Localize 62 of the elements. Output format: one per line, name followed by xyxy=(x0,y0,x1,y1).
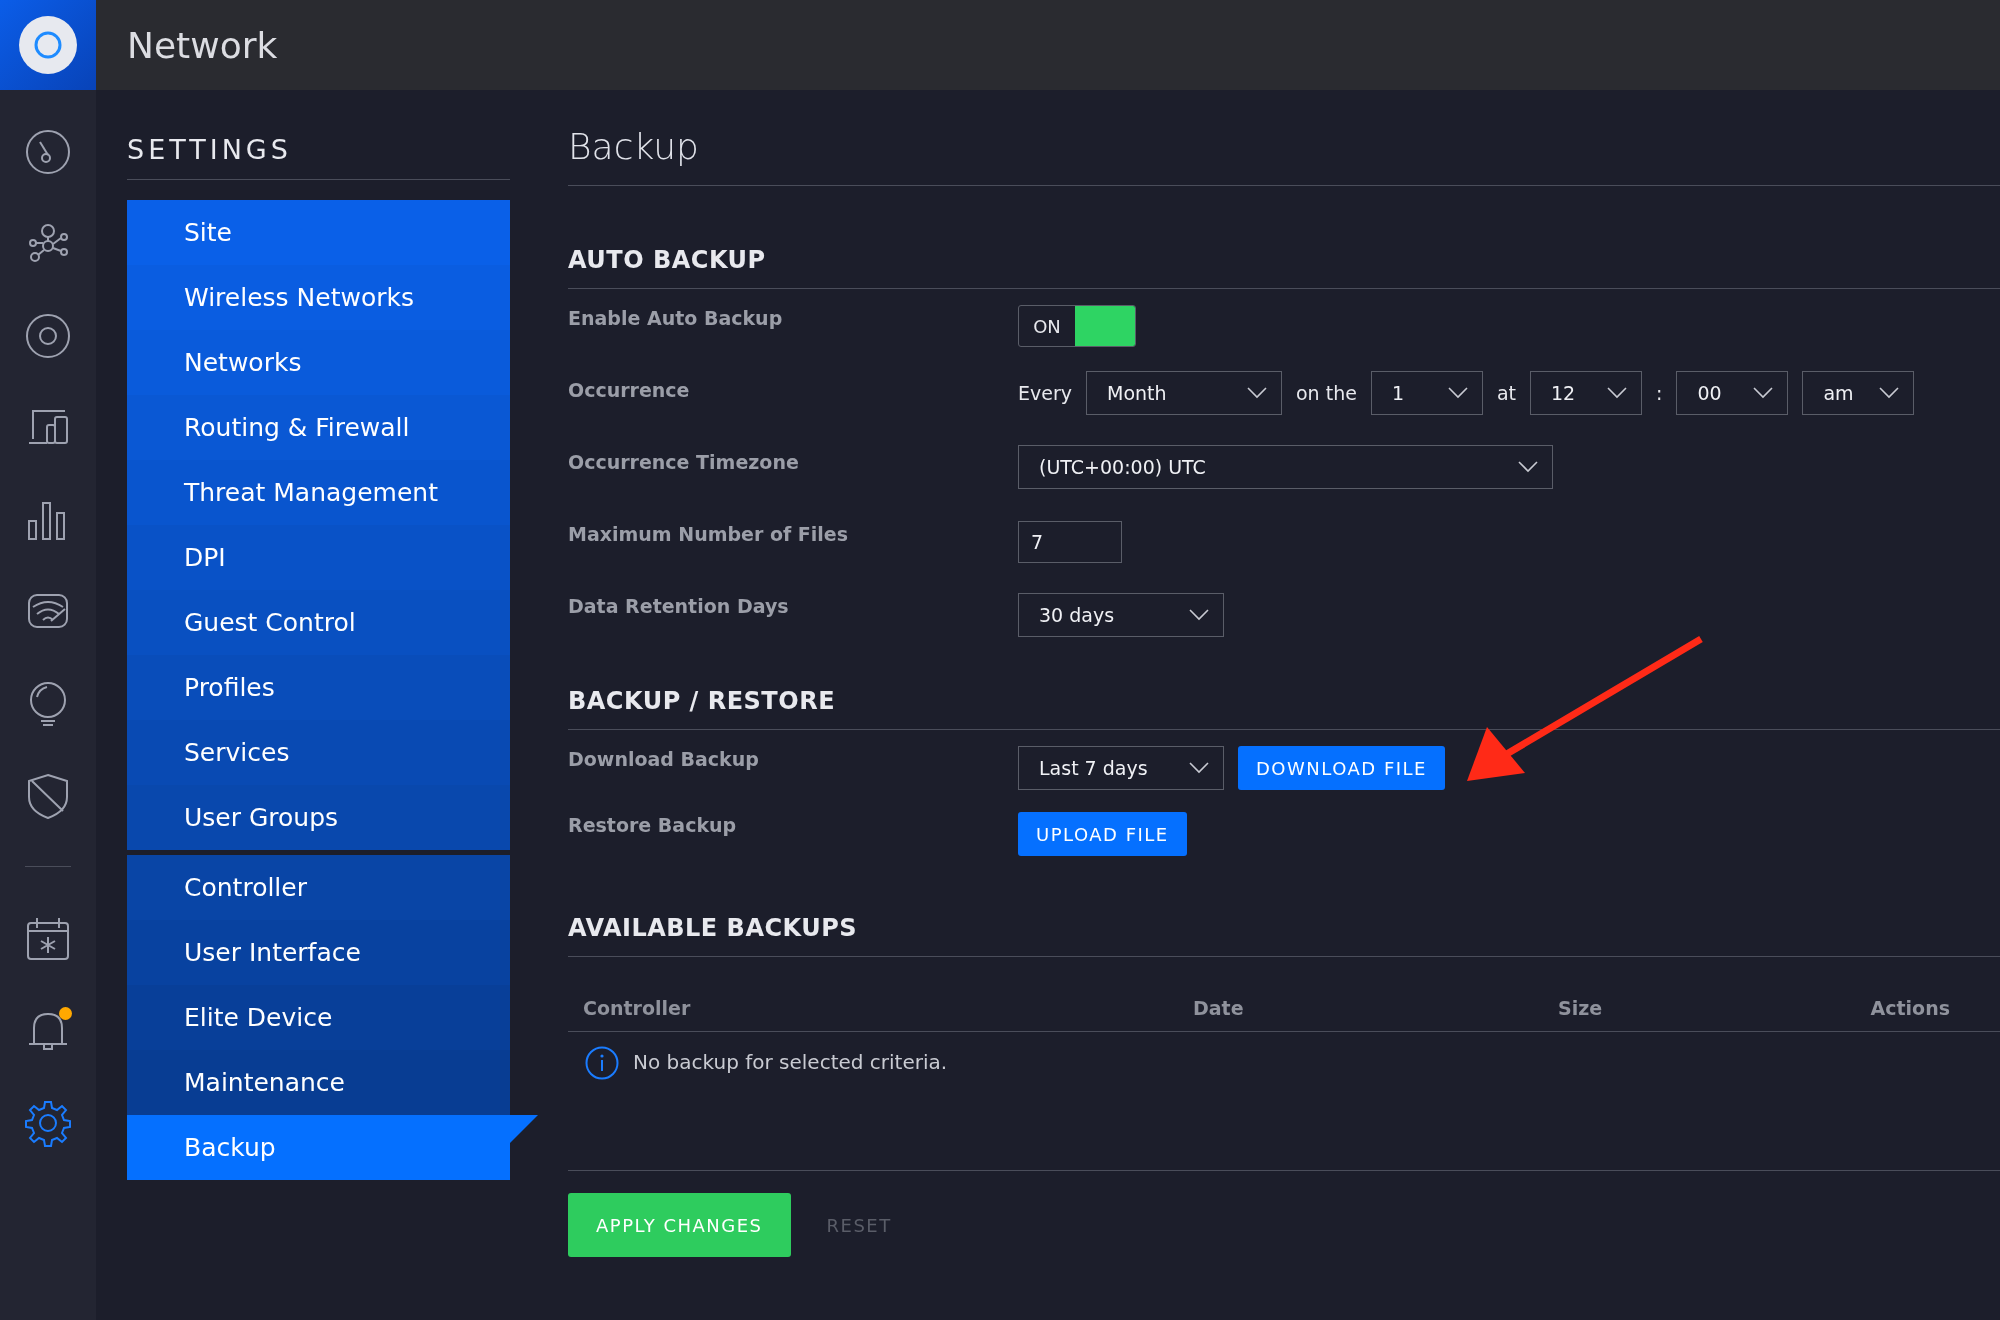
column-header: Controller xyxy=(583,997,692,1019)
section-heading: AVAILABLE BACKUPS xyxy=(568,914,2000,957)
column-header: Size xyxy=(1558,997,1604,1019)
auto-backup-toggle[interactable]: ON xyxy=(1018,305,1136,347)
settings-menu-item[interactable]: Networks xyxy=(127,330,510,395)
field-label: Maximum Number of Files xyxy=(568,522,850,545)
field-label: Data Retention Days xyxy=(568,594,790,617)
chevron-icon xyxy=(1607,387,1627,399)
settings-menu-item[interactable]: Wireless Networks xyxy=(127,265,510,330)
settings-menu-item[interactable]: User Groups xyxy=(127,785,510,850)
chevron-icon xyxy=(1189,609,1209,621)
column-header: Actions xyxy=(1870,997,1950,1019)
field-label: Restore Backup xyxy=(568,813,738,836)
app-title: Network xyxy=(127,24,278,66)
schedule-dropdown[interactable]: Month xyxy=(1086,371,1282,415)
field-label: Occurrence xyxy=(568,378,691,401)
download-file-button[interactable]: DOWNLOAD FILE xyxy=(1238,746,1445,790)
settings-menu-item[interactable]: Controller xyxy=(127,855,510,920)
page-title: Backup xyxy=(568,126,2000,186)
logo-icon xyxy=(18,15,78,75)
schedule-text: : xyxy=(1656,382,1663,404)
settings-menu-item[interactable]: Services xyxy=(127,720,510,785)
chevron-icon xyxy=(1753,387,1774,399)
range-dropdown[interactable]: Last 7 days xyxy=(1018,746,1224,790)
schedule-dropdown[interactable]: am xyxy=(1802,371,1915,415)
schedule-dropdown[interactable]: 1 xyxy=(1370,371,1483,415)
section-heading: BACKUP / RESTORE xyxy=(568,687,2000,730)
upload-file-button[interactable]: UPLOAD FILE xyxy=(1018,812,1187,856)
chevron-icon xyxy=(1879,387,1900,399)
timezone-dropdown[interactable]: (UTC+00:00) UTC xyxy=(1018,445,1553,489)
gauge-nav-icon[interactable] xyxy=(23,127,73,177)
settings-menu-item[interactable]: Profiles xyxy=(127,655,510,720)
schedule-dropdown[interactable]: 00 xyxy=(1676,371,1789,415)
settings-menu-item[interactable]: Elite Device xyxy=(127,985,510,1050)
chevron-icon xyxy=(1447,387,1468,399)
retention-dropdown[interactable]: 30 days xyxy=(1018,593,1224,637)
schedule-text: at xyxy=(1496,382,1516,404)
settings-menu-item[interactable]: Backup xyxy=(127,1115,538,1180)
schedule-dropdown[interactable]: 12 xyxy=(1530,371,1642,415)
field-label: Occurrence Timezone xyxy=(568,450,800,473)
max-files-input[interactable]: 7 xyxy=(1018,521,1122,563)
field-label: Enable Auto Backup xyxy=(568,306,784,329)
settings-menu-item[interactable]: Maintenance xyxy=(127,1050,510,1115)
settings-menu-item[interactable]: Guest Control xyxy=(127,590,510,655)
chevron-icon xyxy=(1247,387,1267,399)
chevron-icon xyxy=(1189,762,1209,774)
sidebar-title: SETTINGS xyxy=(127,134,510,180)
section-heading: AUTO BACKUP xyxy=(568,246,2000,289)
schedule-text: Every xyxy=(1018,382,1072,404)
settings-menu-item[interactable]: Threat Management xyxy=(127,460,510,525)
ring-nav-icon[interactable] xyxy=(23,311,73,361)
settings-menu-item[interactable]: DPI xyxy=(127,525,510,590)
settings-menu-item[interactable]: Routing & Firewall xyxy=(127,395,510,460)
info-icon xyxy=(585,1046,619,1080)
chevron-icon xyxy=(1518,461,1538,473)
settings-nav-icon[interactable] xyxy=(23,1098,73,1148)
column-header: Date xyxy=(1193,997,1245,1019)
schedule-text: on the xyxy=(1296,382,1357,404)
settings-menu-item[interactable]: User Interface xyxy=(127,920,510,985)
settings-menu-item[interactable]: Site xyxy=(127,200,510,265)
field-label: Download Backup xyxy=(568,747,760,770)
empty-message: No backup for selected criteria. xyxy=(633,1049,948,1074)
